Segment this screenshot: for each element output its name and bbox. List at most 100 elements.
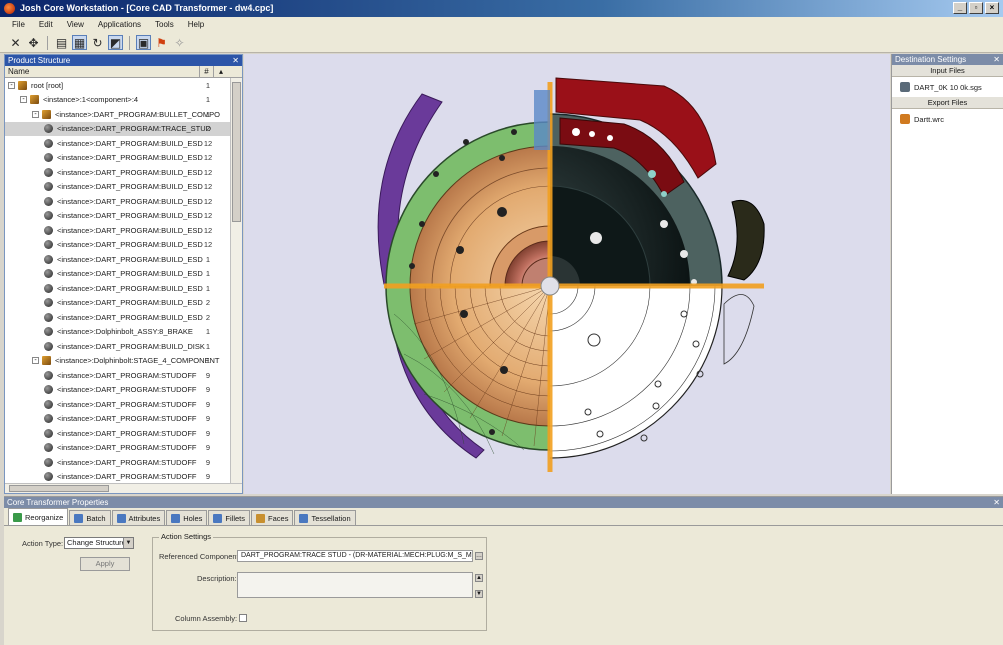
menu-tools[interactable]: Tools bbox=[151, 17, 178, 33]
tree-row[interactable]: - <instance>:DART_PROGRAM:BULLET_COMPO 1 bbox=[5, 107, 230, 122]
tree-row[interactable]: - <instance>:1<component>:4 1 bbox=[5, 93, 230, 108]
tree-horizontal-scrollbar[interactable] bbox=[5, 483, 242, 493]
part-icon bbox=[44, 182, 53, 192]
tree-row[interactable]: <instance>:DART_PROGRAM:TRACE_STUD 2 bbox=[5, 121, 230, 136]
tab-holes[interactable]: Holes bbox=[166, 510, 208, 525]
reorganize-icon bbox=[13, 512, 22, 522]
tree-row[interactable]: <instance>:DART_PROGRAM:STUDOFF 9 bbox=[5, 397, 230, 412]
apply-button[interactable]: Apply bbox=[80, 557, 130, 571]
scroll-up-button[interactable]: ▲ bbox=[475, 574, 483, 582]
panel-close-icon[interactable]: ✕ bbox=[993, 54, 1000, 65]
tree-expander-icon[interactable]: - bbox=[20, 96, 27, 104]
faces-icon bbox=[256, 513, 266, 523]
scroll-thumb[interactable] bbox=[9, 485, 109, 492]
minimize-button[interactable]: _ bbox=[953, 2, 967, 14]
fit-icon[interactable]: ▣ bbox=[136, 35, 151, 50]
tree-row[interactable]: <instance>:DART_PROGRAM:BUILD_DISK 1 bbox=[5, 339, 230, 354]
tree-row[interactable]: <instance>:Dolphinbolt_ASSY:8_BRAKE 1 bbox=[5, 325, 230, 340]
tree-row[interactable]: <instance>:DART_PROGRAM:BUILD_ESD 1 bbox=[5, 252, 230, 267]
rotate-icon[interactable]: ↻ bbox=[90, 35, 105, 50]
tree-row-count: 1 bbox=[205, 269, 211, 279]
close-x-icon[interactable]: ✕ bbox=[8, 35, 23, 50]
tree-row[interactable]: <instance>:DART_PROGRAM:BUILD_ESD 12 bbox=[5, 165, 230, 180]
tree-row-count: 12 bbox=[203, 182, 213, 192]
tree-row-count: 12 bbox=[203, 196, 213, 206]
3d-viewport[interactable] bbox=[244, 54, 890, 494]
tab-fillets[interactable]: Fillets bbox=[208, 510, 251, 525]
column-assembly-checkbox[interactable] bbox=[239, 614, 247, 622]
tree-row[interactable]: <instance>:DART_PROGRAM:BUILD_ESD 2 bbox=[5, 310, 230, 325]
tree-vertical-scrollbar[interactable] bbox=[230, 78, 242, 483]
tessellation-icon bbox=[299, 513, 309, 523]
tree-row[interactable]: <instance>:DART_PROGRAM:BUILD_ESD 1 bbox=[5, 281, 230, 296]
tree-row-label: <instance>:1<component>:4 bbox=[43, 95, 139, 105]
chevron-down-icon: ▼ bbox=[123, 538, 133, 548]
close-window-button[interactable]: × bbox=[985, 2, 999, 14]
tree-row-count: 1 bbox=[205, 283, 211, 293]
extra-icon[interactable]: ✧ bbox=[172, 35, 187, 50]
tree-row[interactable]: <instance>:DART_PROGRAM:STUDOFF 9 bbox=[5, 441, 230, 456]
tree-row[interactable]: <instance>:DART_PROGRAM:BUILD_ESD 12 bbox=[5, 209, 230, 224]
column-name[interactable]: Name bbox=[5, 66, 200, 77]
maximize-button[interactable]: ▫ bbox=[969, 2, 983, 14]
menu-view[interactable]: View bbox=[63, 17, 88, 33]
app-logo-icon bbox=[4, 3, 15, 14]
tab-batch[interactable]: Batch bbox=[69, 510, 111, 525]
tab-attributes[interactable]: Attributes bbox=[111, 510, 166, 525]
grid-icon[interactable]: ▦ bbox=[72, 35, 87, 50]
menu-help[interactable]: Help bbox=[184, 17, 208, 33]
tree-row[interactable]: - <instance>:Dolphinbolt:STAGE_4_COMPONEN… bbox=[5, 354, 230, 369]
tree-row[interactable]: <instance>:DART_PROGRAM:BUILD_ESD 12 bbox=[5, 151, 230, 166]
tree-row-count: 1 bbox=[205, 356, 211, 366]
tab-reorganize[interactable]: Reorganize bbox=[8, 508, 69, 525]
properties-tabs: Reorganize Batch Attributes Holes Fillet… bbox=[4, 508, 1003, 526]
ref-component-label: Referenced Component: bbox=[159, 552, 241, 561]
output-file-item[interactable]: Dartt.wrc bbox=[892, 109, 1003, 129]
part-icon bbox=[44, 327, 53, 337]
tree-expander-icon[interactable]: - bbox=[32, 357, 39, 365]
tree-row[interactable]: <instance>:DART_PROGRAM:STUDOFF 9 bbox=[5, 383, 230, 398]
tree-row[interactable]: - root [root] 1 bbox=[5, 78, 230, 93]
section-center-handle[interactable] bbox=[540, 276, 560, 296]
tree-row[interactable]: <instance>:DART_PROGRAM:BUILD_ESD 1 bbox=[5, 267, 230, 282]
menu-file[interactable]: File bbox=[8, 17, 29, 33]
brake-assembly-render bbox=[377, 77, 765, 472]
menu-edit[interactable]: Edit bbox=[35, 17, 57, 33]
window-titlebar: Josh Core Workstation - [Core CAD Transf… bbox=[0, 0, 1003, 17]
tree-row[interactable]: <instance>:DART_PROGRAM:STUDOFF 9 bbox=[5, 368, 230, 383]
menu-applications[interactable]: Applications bbox=[94, 17, 145, 33]
tree-row[interactable]: <instance>:DART_PROGRAM:BUILD_ESD 12 bbox=[5, 238, 230, 253]
panel-close-icon[interactable]: ✕ bbox=[232, 55, 239, 66]
tree-row[interactable]: <instance>:DART_PROGRAM:BUILD_ESD 12 bbox=[5, 194, 230, 209]
ref-component-field[interactable]: DART_PROGRAM:TRACE STUD - (DR-MATERIAL:M… bbox=[237, 550, 473, 562]
tree-row[interactable]: <instance>:DART_PROGRAM:BUILD_ESD 12 bbox=[5, 136, 230, 151]
marker-icon[interactable]: ⚑ bbox=[154, 35, 169, 50]
column-count[interactable]: # bbox=[200, 66, 214, 77]
input-file-item[interactable]: DART_0K 10 0k.sgs bbox=[892, 77, 1003, 97]
tree-row[interactable]: <instance>:DART_PROGRAM:BUILD_ESD 12 bbox=[5, 180, 230, 195]
action-type-select[interactable]: Change Structure ▼ bbox=[64, 537, 134, 549]
product-structure-panel: Product Structure ✕ Name # ▴ - root [root… bbox=[4, 54, 243, 494]
select-icon[interactable]: ◩ bbox=[108, 35, 123, 50]
description-field[interactable] bbox=[237, 572, 473, 598]
tree-expander-icon[interactable]: - bbox=[32, 110, 39, 118]
scroll-down-button[interactable]: ▼ bbox=[475, 590, 483, 598]
tab-faces[interactable]: Faces bbox=[251, 510, 294, 525]
output-file-icon bbox=[900, 114, 910, 124]
tree-row[interactable]: <instance>:DART_PROGRAM:STUDOFF 9 bbox=[5, 470, 230, 484]
tree-row[interactable]: <instance>:DART_PROGRAM:STUDOFF 9 bbox=[5, 455, 230, 470]
tab-tessellation[interactable]: Tessellation bbox=[294, 510, 356, 525]
scroll-thumb[interactable] bbox=[232, 82, 241, 222]
tree-row[interactable]: <instance>:DART_PROGRAM:STUDOFF 9 bbox=[5, 426, 230, 441]
tree-expander-icon[interactable]: - bbox=[8, 81, 15, 89]
reorganize-form: Action Type: Change Structure ▼ Apply Ac… bbox=[4, 527, 1003, 645]
column-options-icon[interactable]: ▴ bbox=[214, 66, 228, 77]
move-icon[interactable]: ✥ bbox=[26, 35, 41, 50]
save-icon[interactable]: ▤ bbox=[54, 35, 69, 50]
tree-row[interactable]: <instance>:DART_PROGRAM:STUDOFF 9 bbox=[5, 412, 230, 427]
export-files-header: Export Files bbox=[892, 97, 1003, 109]
tree-row[interactable]: <instance>:DART_PROGRAM:BUILD_ESD 12 bbox=[5, 223, 230, 238]
browse-button[interactable]: … bbox=[475, 552, 483, 560]
tree-row[interactable]: <instance>:DART_PROGRAM:BUILD_ESD 2 bbox=[5, 296, 230, 311]
panel-close-icon[interactable]: ✕ bbox=[993, 497, 1000, 508]
